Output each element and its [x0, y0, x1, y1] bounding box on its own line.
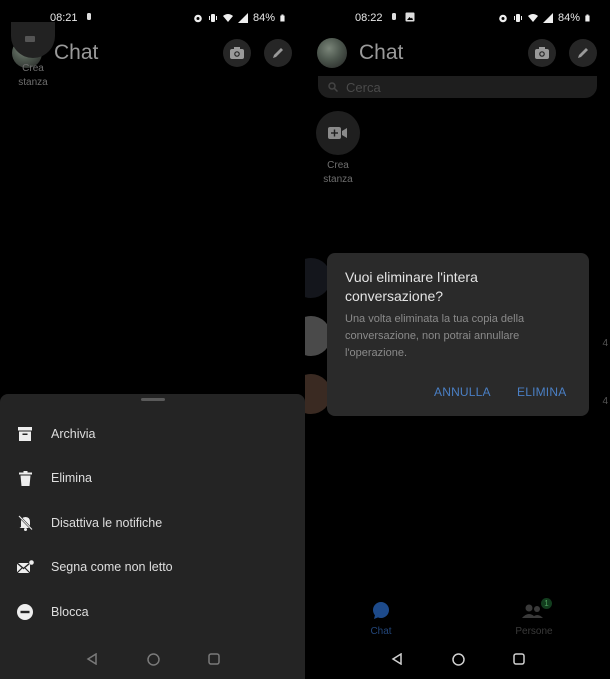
- nav-back-button[interactable]: [389, 651, 405, 667]
- create-room-label: Crea stanza: [323, 160, 353, 185]
- archive-icon: [16, 425, 34, 443]
- sheet-item-mute-notifications[interactable]: Disattiva le notifiche: [0, 503, 305, 543]
- back-triangle-icon: [86, 653, 97, 665]
- create-room-button[interactable]: Crea stanza: [308, 111, 368, 187]
- home-circle-icon: [146, 652, 160, 666]
- compose-button[interactable]: [569, 39, 597, 67]
- video-add-icon: [328, 127, 347, 139]
- sheet-item-block[interactable]: Blocca: [0, 592, 305, 632]
- tab-label: Chat: [370, 626, 392, 637]
- search-input[interactable]: Cerca: [318, 76, 597, 98]
- camera-button[interactable]: [223, 39, 251, 67]
- vibrate-icon: [513, 14, 522, 22]
- camera-icon: [535, 47, 549, 59]
- battery-icon: [585, 14, 590, 22]
- signal-icon: [542, 13, 553, 23]
- status-bar: 08:22 84%: [305, 10, 610, 28]
- bell-off-icon: [16, 514, 34, 532]
- left-screen: 08:21 84% Chat Crea stanza Archivia Elim…: [0, 0, 305, 679]
- block-icon: [16, 603, 34, 621]
- compose-button[interactable]: [264, 39, 292, 67]
- right-screen: 08:22 84% Chat Cerca Crea stanza 4 4 Vuo…: [305, 0, 610, 679]
- dialog-title: Vuoi eliminare l'intera conversazione?: [345, 269, 478, 304]
- recents-square-icon: [513, 653, 525, 665]
- battery-percent: 84%: [252, 12, 275, 24]
- home-circle-icon: [451, 652, 465, 666]
- profile-avatar[interactable]: [317, 38, 347, 68]
- tab-chat[interactable]: Chat: [351, 602, 411, 637]
- signal-icon: [237, 13, 248, 23]
- bottom-sheet: Archivia Elimina Disattiva le notifiche …: [0, 394, 305, 679]
- wifi-icon: [527, 14, 538, 22]
- create-room-circle: [11, 22, 55, 58]
- back-triangle-icon: [391, 653, 402, 665]
- sheet-item-label: Segna come non letto: [51, 560, 173, 574]
- delete-conversation-dialog: Vuoi eliminare l'intera conversazione? U…: [327, 253, 589, 416]
- sheet-item-label: Blocca: [51, 605, 89, 619]
- nav-recents-button[interactable]: [206, 651, 222, 667]
- vibrate-icon: [208, 14, 217, 22]
- alarm-icon: [499, 14, 507, 23]
- image-icon: [405, 12, 415, 22]
- system-nav-bar: [305, 647, 610, 671]
- pencil-icon: [578, 48, 588, 58]
- sheet-item-archive[interactable]: Archivia: [0, 414, 305, 454]
- search-placeholder: Cerca: [346, 79, 381, 95]
- mark-unread-icon: [16, 558, 34, 576]
- usb-icon: [87, 13, 91, 20]
- create-room-circle: [316, 111, 360, 155]
- conversation-time: 4: [602, 338, 608, 349]
- wifi-icon: [222, 14, 233, 22]
- dialog-message: Una volta eliminata la tua copia della c…: [345, 313, 525, 359]
- create-room-label: Crea stanza: [18, 63, 48, 88]
- pencil-icon: [273, 48, 283, 58]
- chat-bubble-icon: [373, 602, 389, 619]
- nav-home-button[interactable]: [450, 651, 466, 667]
- recents-square-icon: [208, 653, 220, 665]
- status-time: 08:22: [355, 12, 383, 24]
- usb-icon: [392, 13, 396, 20]
- trash-icon: [16, 469, 34, 487]
- nav-home-button[interactable]: [145, 651, 161, 667]
- cancel-button[interactable]: ANNULLA: [434, 385, 491, 399]
- page-title: Chat: [359, 41, 404, 64]
- video-add-icon: [25, 36, 35, 42]
- conversation-time: 4: [602, 396, 608, 407]
- battery-icon: [280, 14, 285, 22]
- nav-recents-button[interactable]: [511, 651, 527, 667]
- search-icon: [328, 82, 338, 92]
- tab-people[interactable]: 1 Persone: [504, 598, 564, 637]
- battery-percent: 84%: [557, 12, 580, 24]
- sheet-item-label: Disattiva le notifiche: [51, 516, 163, 530]
- camera-button[interactable]: [528, 39, 556, 67]
- alarm-icon: [194, 14, 202, 23]
- sheet-item-label: Elimina: [51, 471, 92, 485]
- sheet-item-delete[interactable]: Elimina: [0, 458, 305, 498]
- create-room-button[interactable]: Crea stanza: [3, 22, 63, 90]
- system-nav-bar: [0, 647, 305, 671]
- people-badge: 1: [541, 598, 552, 609]
- app-header: Chat: [305, 38, 610, 70]
- camera-icon: [230, 47, 244, 59]
- sheet-item-mark-unread[interactable]: Segna come non letto: [0, 547, 305, 587]
- sheet-drag-handle[interactable]: [141, 398, 165, 401]
- nav-back-button[interactable]: [84, 651, 100, 667]
- delete-button[interactable]: ELIMINA: [517, 385, 566, 399]
- tab-label: Persone: [515, 626, 553, 637]
- sheet-item-label: Archivia: [51, 427, 96, 441]
